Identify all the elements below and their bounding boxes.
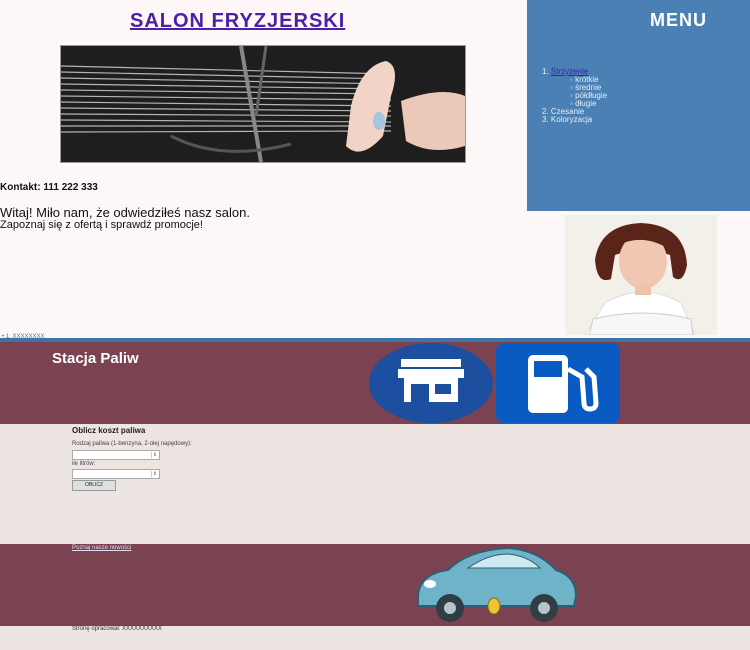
shop-icon [369,341,493,423]
hairdresser-portrait [565,215,717,335]
page-title: SALON FRYZJERSKI [130,10,346,32]
news-link[interactable]: Poznaj nasze nowości [72,545,131,551]
liters-label: ile litrów: [72,461,96,467]
fuel-station-page: Stacja Paliw Oblicz koszt paliwa Rodzaj … [0,342,750,650]
fuel-pump-icon [496,343,620,423]
haircut-submenu: ◦ krótkie ◦ średnie ◦ półdługie ◦ długie [570,76,607,108]
author-credit: Stronę opracował: XXXXXXXXXX [72,626,163,632]
calculate-button[interactable]: OBLICZ [72,480,116,491]
calculator-section: Oblicz koszt paliwa Rodzaj paliwa (1-ben… [0,424,750,544]
welcome-text: Witaj! Miło nam, że odwiedziłeś nasz sal… [0,206,250,232]
liters-spinner[interactable]: ⇕ [151,471,158,477]
station-title: Stacja Paliw [52,350,139,367]
menu-list: 1. Strzyżenie ◦ krótkie ◦ średnie ◦ półd… [542,68,607,124]
station-promo-band: Poznaj nasze nowości [0,544,750,626]
car-image [408,544,578,626]
hair-cutting-photo [60,45,466,163]
welcome-line-1: Witaj! Miło nam, że odwiedziłeś nasz sal… [0,205,250,220]
welcome-line-2: Zapoznaj się z ofertą i sprawdź promocje… [0,219,203,231]
divider-label: • 1. XXXXXXXX [2,334,45,340]
calculator-title: Oblicz koszt paliwa [72,426,146,435]
station-footer: Stronę opracował: XXXXXXXXXX [0,626,750,650]
menu-title: MENU [650,10,707,30]
fuel-type-label: Rodzaj paliwa (1-benzyna, 2-olej napędow… [72,441,192,447]
station-header: Stacja Paliw [0,342,750,424]
liters-input[interactable]: ⇕ [72,469,160,479]
fuel-type-spinner[interactable]: ⇕ [151,452,158,458]
fuel-type-input[interactable]: ⇕ [72,450,160,460]
menu-panel: MENU 1. Strzyżenie ◦ krótkie ◦ średnie ◦… [527,0,750,211]
menu-item-coloring[interactable]: 3. Koloryzacja [542,116,607,124]
salon-page: SALON FRYZJERSKI Kontakt: 111 222 333 Wi… [0,0,750,340]
contact-info: Kontakt: 111 222 333 [0,182,98,193]
menu-item-haircut: 1. Strzyżenie ◦ krótkie ◦ średnie ◦ półd… [542,67,608,108]
